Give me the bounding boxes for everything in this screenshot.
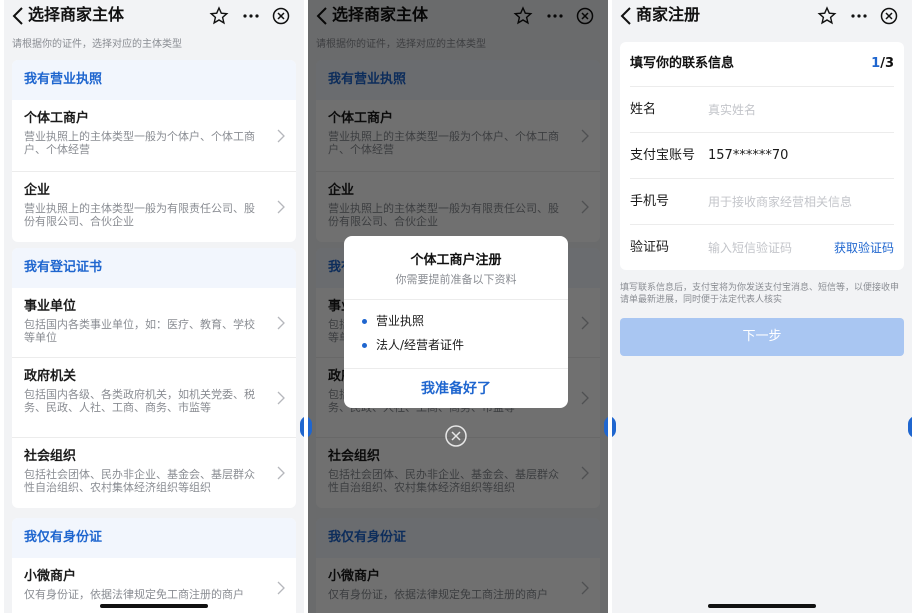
list-item: 法人/经营者证件 bbox=[362, 338, 568, 352]
next-step-button[interactable]: 下一步 bbox=[620, 318, 904, 356]
dialog-title: 个体工商户注册 bbox=[410, 253, 502, 268]
contact-info-form: 填写你的联系信息 1/3 姓名 支付宝账号 157******70 手机号 验证… bbox=[620, 42, 904, 270]
screen-merchant-registration: 商家注册 填写你的联系信息 1/3 姓名 支付宝账号 157******70 手… bbox=[612, 0, 912, 613]
name-input[interactable] bbox=[708, 100, 898, 120]
section-business-license: 我有营业执照 个体工商户 营业执照上的主体类型一般为个体户、个体工商户、个体经营… bbox=[12, 60, 296, 242]
chevron-right-icon bbox=[277, 129, 285, 142]
name-row: 姓名 bbox=[630, 86, 898, 132]
phone-label: 手机号 bbox=[630, 194, 670, 209]
form-title: 填写你的联系信息 bbox=[630, 56, 735, 71]
side-handle[interactable] bbox=[604, 416, 608, 438]
close-icon[interactable] bbox=[270, 5, 292, 27]
step-total: /3 bbox=[880, 56, 894, 71]
more-icon[interactable] bbox=[848, 5, 870, 27]
get-code-button[interactable]: 获取验证码 bbox=[834, 225, 894, 270]
star-icon[interactable] bbox=[208, 5, 230, 27]
chevron-right-icon bbox=[277, 391, 285, 404]
name-label: 姓名 bbox=[630, 102, 657, 117]
section-title: 我有营业执照 bbox=[12, 60, 296, 100]
option-title: 事业单位 bbox=[24, 299, 77, 314]
chevron-right-icon bbox=[277, 466, 285, 480]
screen-select-merchant-type-dialog: 选择商家主体 请根据你的证件，选择对应的主体类型 我有营业执照 个体工商户 营业… bbox=[308, 0, 608, 613]
dialog-subtitle: 你需要提前准备以下资料 bbox=[395, 273, 517, 286]
alipay-account-label: 支付宝账号 bbox=[630, 148, 696, 163]
screen-select-merchant-type: 选择商家主体 请根据你的证件，选择对应的主体类型 我有营业执照 个体工商户 营业… bbox=[4, 0, 304, 613]
more-icon[interactable] bbox=[240, 5, 262, 27]
page-title: 选择商家主体 bbox=[28, 5, 125, 24]
verification-code-label: 验证码 bbox=[630, 240, 670, 255]
home-indicator bbox=[708, 604, 816, 608]
step-current: 1 bbox=[871, 56, 881, 71]
section-id-card-only: 我仅有身份证 小微商户 仅有身份证，依据法律规定免工商注册的商户 bbox=[12, 518, 296, 613]
prepare-materials-dialog: 个体工商户注册 你需要提前准备以下资料 营业执照 法人/经营者证件 我准备好了 bbox=[344, 236, 568, 408]
form-header: 填写你的联系信息 1/3 bbox=[620, 42, 904, 86]
nav-bar: 商家注册 bbox=[612, 0, 912, 32]
option-title: 企业 bbox=[24, 183, 51, 198]
option-title: 政府机关 bbox=[24, 369, 77, 384]
option-public-institution[interactable]: 事业单位 包括国内各类事业单位，如：医疗、教育、学校等单位 bbox=[12, 288, 296, 358]
option-desc: 包括社会团体、民办非企业、基金会、基层群众性自治组织、农村集体经济组织等组织 bbox=[24, 468, 255, 494]
page-title: 商家注册 bbox=[636, 5, 701, 24]
step-indicator: 1/3 bbox=[871, 42, 894, 86]
option-desc: 包括国内各类事业单位，如：医疗、教育、学校等单位 bbox=[24, 318, 255, 344]
verification-code-row: 验证码 获取验证码 bbox=[630, 224, 894, 270]
chevron-right-icon bbox=[277, 316, 285, 329]
option-individual-business[interactable]: 个体工商户 营业执照上的主体类型一般为个体户、个体工商户、个体经营 bbox=[12, 100, 296, 172]
verification-code-input[interactable] bbox=[708, 238, 818, 258]
option-desc: 仅有身份证，依据法律规定免工商注册的商户 bbox=[24, 588, 244, 601]
home-indicator bbox=[100, 604, 208, 608]
section-title: 我有登记证书 bbox=[12, 248, 296, 288]
option-social-organization[interactable]: 社会组织 包括社会团体、民办非企业、基金会、基层群众性自治组织、农村集体经济组织… bbox=[12, 438, 296, 508]
side-handle[interactable] bbox=[612, 416, 616, 438]
back-icon[interactable] bbox=[8, 4, 28, 28]
option-title: 个体工商户 bbox=[24, 111, 90, 126]
chevron-right-icon bbox=[277, 581, 285, 595]
section-registration-certificate: 我有登记证书 事业单位 包括国内各类事业单位，如：医疗、教育、学校等单位 政府机… bbox=[12, 248, 296, 508]
instruction-text: 请根据你的证件，选择对应的主体类型 bbox=[12, 39, 182, 50]
materials-list: 营业执照 法人/经营者证件 bbox=[344, 299, 568, 352]
dialog-close-icon[interactable] bbox=[444, 424, 468, 448]
back-icon[interactable] bbox=[616, 4, 636, 28]
star-icon[interactable] bbox=[816, 5, 838, 27]
close-icon[interactable] bbox=[878, 5, 900, 27]
phone-input[interactable] bbox=[708, 192, 898, 212]
option-title: 小微商户 bbox=[24, 569, 77, 584]
alipay-account-row: 支付宝账号 157******70 bbox=[630, 132, 894, 178]
side-handle[interactable] bbox=[300, 416, 304, 438]
phone-row: 手机号 bbox=[630, 178, 898, 224]
option-desc: 营业执照上的主体类型一般为有限责任公司、股份有限公司、合伙企业 bbox=[24, 202, 255, 228]
side-handle[interactable] bbox=[908, 416, 912, 438]
option-desc: 营业执照上的主体类型一般为个体户、个体工商户、个体经营 bbox=[24, 130, 255, 156]
option-desc: 包括国内各级、各类政府机关，如机关党委、税务、民政、人社、工商、商务、市监等 bbox=[24, 388, 255, 414]
confirm-ready-button[interactable]: 我准备好了 bbox=[344, 368, 568, 408]
option-government-agency[interactable]: 政府机关 包括国内各级、各类政府机关，如机关党委、税务、民政、人社、工商、商务、… bbox=[12, 358, 296, 438]
chevron-right-icon bbox=[277, 200, 285, 214]
contact-notice-text: 填写联系信息后，支付宝将为你发送支付宝消息、短信等，以便接收申请单最新进展，同时… bbox=[620, 283, 900, 305]
option-title: 社会组织 bbox=[24, 449, 77, 464]
section-title: 我仅有身份证 bbox=[12, 518, 296, 558]
list-item: 营业执照 bbox=[362, 314, 568, 328]
alipay-account-value: 157******70 bbox=[708, 148, 789, 163]
nav-bar: 选择商家主体 bbox=[4, 0, 304, 32]
option-enterprise[interactable]: 企业 营业执照上的主体类型一般为有限责任公司、股份有限公司、合伙企业 bbox=[12, 172, 296, 242]
